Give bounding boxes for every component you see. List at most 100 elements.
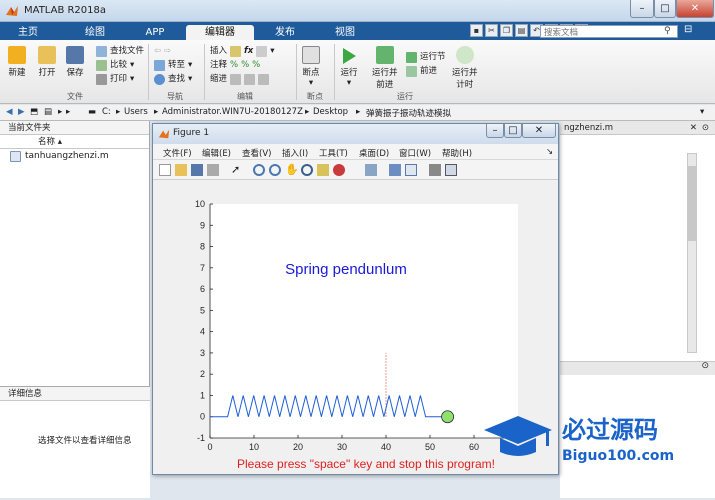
minimize-button[interactable]: – [630,0,654,18]
run-section-button[interactable]: 运行节 [406,50,446,64]
find-button[interactable]: 查找 ▾ [154,72,192,86]
menu-file[interactable]: 文件(F) [163,147,192,159]
colorbar-icon[interactable] [389,164,401,176]
back-arrow-icon[interactable]: ◀ [6,107,13,117]
open-button[interactable]: 打开 [38,46,56,78]
nav-arrows[interactable]: ⇦ ⇨ [154,44,192,58]
search-docs-input[interactable] [540,25,678,38]
forward-arrow-icon[interactable]: ▶ [18,107,25,117]
zoom-out-icon[interactable] [269,164,281,176]
save-quick-icon[interactable]: ▪ [470,24,483,37]
editor-tab[interactable]: ngzhenzi.m ✕ ⊙ [560,121,715,135]
copy-quick-icon[interactable]: ❐ [500,24,513,37]
tab-plots[interactable]: 绘图 [70,25,120,40]
breakpoints-button[interactable]: 断点 ▾ [302,46,320,88]
insert-icon [230,45,242,57]
name-column-header[interactable]: 名称 ▴ [0,135,149,149]
open-file-icon[interactable] [175,164,187,176]
menu-insert[interactable]: 插入(I) [282,147,308,159]
save-figure-icon[interactable] [191,164,203,176]
ribbon-collapse-icon[interactable]: ⊟ [684,24,692,35]
menu-edit[interactable]: 编辑(E) [202,147,231,159]
indent-button[interactable]: 缩进 [210,72,274,86]
crumb-desktop[interactable]: Desktop [313,107,348,117]
browse-folder-icon[interactable]: ▤ [44,107,52,117]
menu-help[interactable]: 帮助(H) [442,147,472,159]
figure-title-bar: Figure 1 – □ ✕ [153,124,558,144]
drive-icon: ▬ [88,107,97,117]
data-cursor-icon[interactable] [317,164,329,176]
crumb-user[interactable]: Administrator.WIN7U-20180127Z [162,107,303,117]
folder-nav-icon[interactable]: ▸ [58,107,62,117]
navigate-group-label: 导航 [167,92,183,101]
figure-close-button[interactable]: ✕ [522,124,556,138]
print-button[interactable]: 打印 ▾ [96,72,144,86]
menu-tools[interactable]: 工具(T) [319,147,348,159]
pan-icon[interactable]: ✋ [285,164,299,176]
tab-apps[interactable]: APP [130,25,180,40]
smart-indent-icon[interactable] [230,73,242,85]
figure-maximize-button[interactable]: □ [504,124,522,138]
x-tick-label: 0 [207,442,212,452]
fx-icon[interactable]: fx [244,44,253,58]
crumb-drive[interactable]: C: [102,107,111,117]
pane-menu-icon[interactable]: ⊙ [702,121,709,135]
tab-publish[interactable]: 发布 [260,25,310,40]
rotate-icon[interactable] [301,164,313,176]
crumb-folder[interactable]: 弹簧振子振动轨迹模拟 [366,107,451,119]
wrap-icon[interactable]: % [252,58,260,72]
pointer-icon[interactable]: ➚ [231,164,243,176]
tab-editor[interactable]: 编辑器 [186,25,254,40]
legend-icon[interactable] [405,164,417,176]
percent-icon[interactable]: % [230,58,238,72]
insert-button[interactable]: 插入 fx ▾ [210,44,274,58]
link-plot-icon[interactable] [365,164,377,176]
comment-button[interactable]: 注释%%% [210,58,274,72]
folder-icon [38,46,56,64]
edit-buttons: 插入 fx ▾ 注释%%% 缩进 [210,44,274,86]
list-item[interactable]: tanhuangzhenzi.m [0,149,149,163]
scrollbar-thumb[interactable] [688,166,696,241]
pane-menu-icon[interactable]: ⊙ [701,361,709,371]
menu-desktop[interactable]: 桌面(D) [359,147,389,159]
close-tab-icon[interactable]: ✕ [690,121,697,135]
figure-minimize-button[interactable]: – [486,124,504,138]
close-button[interactable]: ✕ [676,0,714,18]
advance-button[interactable]: 前进 [406,64,446,78]
menu-window[interactable]: 窗口(W) [399,147,431,159]
address-dropdown-icon[interactable]: ▾ [700,107,704,117]
crumb-users[interactable]: Users [124,107,148,117]
tab-view[interactable]: 视图 [320,25,370,40]
show-tools-icon[interactable] [445,164,457,176]
run-button[interactable]: 运行 ▾ [340,46,358,88]
indent-right-icon[interactable] [244,73,256,85]
new-button[interactable]: 新建 [8,46,26,78]
current-folder-title: 当前文件夹 [0,121,149,135]
indent-left-icon[interactable] [258,73,270,85]
ribbon-separator [296,44,297,100]
run-advance-button[interactable]: 运行并 前进 [372,46,398,90]
new-figure-icon[interactable] [159,164,171,176]
figure-menu-bar: 文件(F) 编辑(E) 查看(V) 插入(I) 工具(T) 桌面(D) 窗口(W… [153,144,558,160]
save-button[interactable]: 保存 [66,46,84,78]
hide-tools-icon[interactable] [429,164,441,176]
menu-dock-icon[interactable]: ↘ [546,147,553,157]
up-folder-icon[interactable]: ⬒ [30,107,38,117]
uncomment-icon[interactable]: % [241,58,249,72]
open-label: 打开 [38,68,56,78]
file-name: tanhuangzhenzi.m [25,151,109,161]
maximize-button[interactable]: □ [654,0,676,18]
editor-tab-label: ngzhenzi.m [564,123,614,133]
find-files-button[interactable]: 查找文件 [96,44,144,58]
brush-icon[interactable] [333,164,345,176]
menu-view[interactable]: 查看(V) [242,147,271,159]
zoom-in-icon[interactable] [253,164,265,176]
tab-home[interactable]: 主页 [6,25,50,40]
run-and-time-button[interactable]: 运行并 计时 [452,46,478,90]
compare-button[interactable]: 比较 ▾ [96,58,144,72]
print-figure-icon[interactable] [207,164,219,176]
paste-quick-icon[interactable]: ▤ [515,24,528,37]
search-icon[interactable]: ⚲ [664,26,671,36]
goto-button[interactable]: 转至 ▾ [154,58,192,72]
cut-quick-icon[interactable]: ✂ [485,24,498,37]
